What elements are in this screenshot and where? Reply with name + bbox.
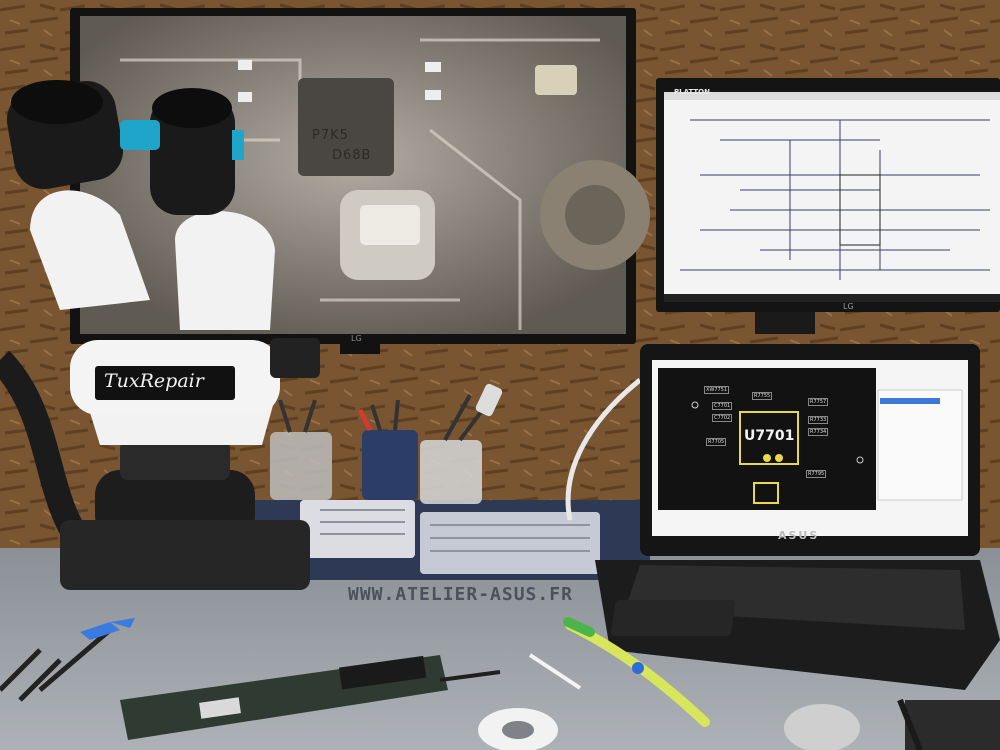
boardview-part-label: U7701: [744, 428, 795, 444]
laptop-brand: ASUS: [778, 529, 820, 542]
solder-reel: [784, 704, 860, 750]
boardview-label: R7734: [808, 428, 829, 436]
laptop: [595, 344, 1000, 690]
monitor-right-base-brand: LG: [843, 302, 854, 311]
boardview-label: XW7751: [704, 386, 730, 394]
monitor-left-brand: LG: [351, 334, 362, 343]
boardview-label: R7757: [808, 398, 829, 406]
boardview-label: C7701: [712, 402, 733, 410]
watermark: WWW.ATELIER-ASUS.FR: [348, 584, 573, 605]
boardview-label: R7733: [808, 416, 829, 424]
microscope-brand: TuxRepair: [104, 370, 204, 392]
monitor-right-brand: PLATTON: [674, 88, 710, 96]
boardview-label: R7755: [752, 392, 773, 400]
boardview-label: C7702: [712, 414, 733, 422]
monitor-right: [656, 78, 1000, 334]
chip-marking-bottom: D68B: [332, 148, 372, 163]
boardview-label: R7795: [806, 470, 827, 478]
boardview-label: R7705: [706, 438, 727, 446]
chip-marking-top: P7K5: [312, 128, 349, 143]
